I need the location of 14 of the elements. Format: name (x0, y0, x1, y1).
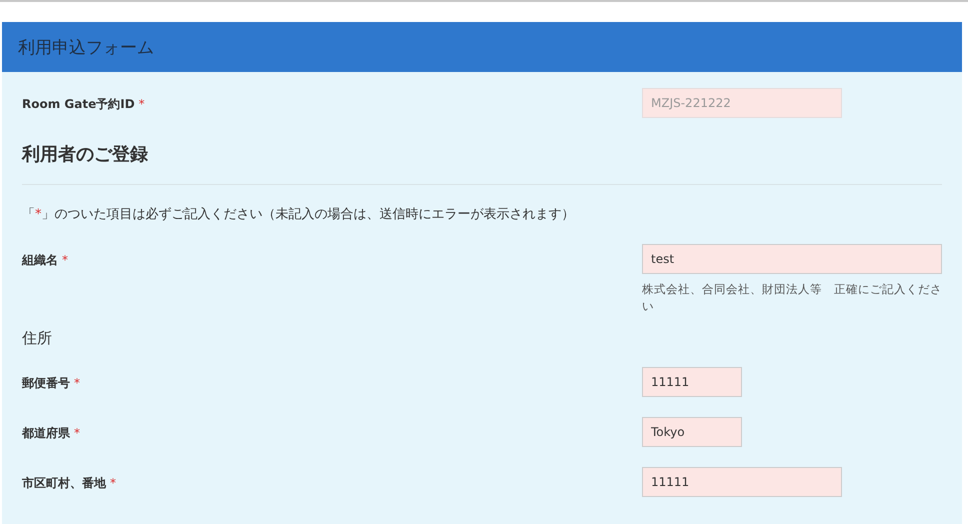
field-label: Room Gate予約ID * (22, 96, 146, 113)
field-label: 都道府県 * (22, 425, 81, 442)
field-label: 組織名 * (22, 252, 69, 269)
section-title: 利用者のご登録 (22, 143, 149, 166)
address-field[interactable]: Tokyo (642, 417, 742, 447)
field-label: 郵便番号 * (22, 375, 81, 392)
form-title: 利用申込フォーム (18, 36, 154, 58)
section-title: 住所 (22, 329, 53, 348)
field-hint: 株式会社、合同会社、財団法人等 正確にご記入ください (642, 281, 942, 315)
field-label: 市区町村、番地 * (22, 475, 117, 492)
organization-field[interactable]: test (642, 244, 942, 274)
address-field[interactable]: 11111 (642, 367, 742, 397)
address-field[interactable]: 11111 (642, 467, 842, 497)
required-notice: 「*」のついた項目は必ずご記入ください（未記入の場合は、送信時にエラーが表示されます） (22, 206, 576, 223)
